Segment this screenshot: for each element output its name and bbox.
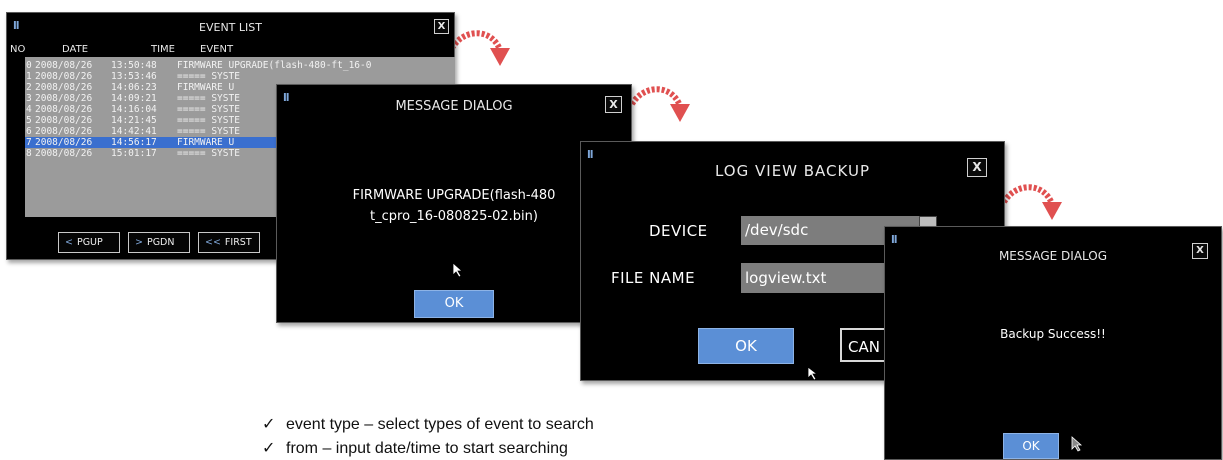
cell-no: 7	[26, 137, 32, 148]
pgdn-label: PGDN	[146, 237, 175, 248]
note-text: from – input date/time to start searchin…	[286, 440, 568, 457]
cell-time: 13:53:46	[111, 71, 157, 82]
cell-event: FIRMWARE UPGRADE(flash-480-ft_16-0	[177, 60, 372, 71]
checkmark-icon: ✓	[262, 440, 276, 457]
cell-event: ===== SYSTE	[177, 115, 240, 126]
dialog-title: LOG VIEW BACKUP	[714, 162, 870, 180]
column-header-no: NO	[10, 44, 26, 55]
firmware-message-dialog: ll MESSAGE DIALOG X FIRMWARE UPGRADE(fla…	[276, 84, 632, 323]
dialog-title: MESSAGE DIALOG	[395, 99, 513, 114]
cell-time: 13:50:48	[111, 60, 157, 71]
column-header-date: DATE	[62, 44, 89, 55]
cell-no: 0	[26, 60, 32, 71]
close-button[interactable]: X	[434, 19, 449, 34]
pgup-button[interactable]: < PGUP	[58, 232, 120, 253]
cell-no: 2	[26, 82, 32, 93]
cell-date: 2008/08/26	[35, 93, 93, 104]
cell-no: 5	[26, 115, 32, 126]
device-label: DEVICE	[649, 222, 708, 240]
cell-date: 2008/08/26	[35, 60, 93, 71]
mouse-cursor-icon	[1071, 436, 1083, 452]
pgup-label: PGUP	[76, 237, 103, 248]
first-button[interactable]: << FIRST	[198, 232, 260, 253]
message-line-2: t_cpro_16-080825-02.bin)	[370, 209, 538, 224]
first-label: FIRST	[224, 237, 252, 248]
double-chevron-left-icon: <<	[205, 237, 221, 248]
flow-arrow-icon	[629, 86, 690, 122]
cell-date: 2008/08/26	[35, 71, 93, 82]
note-item: ✓ event type – select types of event to s…	[262, 414, 594, 434]
mouse-cursor-icon	[452, 262, 464, 278]
cell-event: FIRMWARE U	[177, 137, 235, 148]
chevron-left-icon: <	[65, 237, 73, 248]
column-header-event: EVENT	[200, 44, 234, 55]
dialog-message: Backup Success!!	[1000, 327, 1106, 341]
cell-event: ===== SYSTE	[177, 126, 240, 137]
cell-time: 14:16:04	[111, 104, 157, 115]
cell-date: 2008/08/26	[35, 148, 93, 159]
cell-time: 14:09:21	[111, 93, 157, 104]
cell-event: ===== SYSTE	[177, 148, 240, 159]
table-row[interactable]: 1 2008/08/26 13:53:46 ===== SYSTE	[25, 71, 455, 82]
flow-arrow-icon	[449, 30, 510, 66]
dialog-title: MESSAGE DIALOG	[998, 249, 1108, 263]
close-button[interactable]: X	[1192, 243, 1208, 259]
column-header-time: TIME	[151, 44, 176, 55]
file-name-label: FILE NAME	[611, 269, 696, 287]
cell-date: 2008/08/26	[35, 115, 93, 126]
ok-button[interactable]: OK	[698, 328, 794, 364]
cell-event: FIRMWARE U	[177, 82, 235, 93]
cell-no: 3	[26, 93, 32, 104]
cell-event: ===== SYSTE	[177, 104, 240, 115]
cell-date: 2008/08/26	[35, 82, 93, 93]
backup-success-dialog: ll MESSAGE DIALOG X Backup Success!! OK	[884, 226, 1222, 460]
cell-event: ===== SYSTE	[177, 93, 240, 104]
pgdn-button[interactable]: > PGDN	[128, 232, 190, 253]
cell-no: 6	[26, 126, 32, 137]
close-button[interactable]: X	[605, 96, 622, 113]
ok-button[interactable]: OK	[1003, 433, 1059, 459]
cell-date: 2008/08/26	[35, 126, 93, 137]
cell-no: 4	[26, 104, 32, 115]
message-line-1: FIRMWARE UPGRADE(flash-480	[352, 188, 556, 203]
checkmark-icon: ✓	[262, 416, 276, 433]
chevron-right-icon: >	[135, 237, 143, 248]
window-title: EVENT LIST	[199, 21, 262, 34]
table-row[interactable]: 0 2008/08/26 13:50:48 FIRMWARE UPGRADE(flas…	[25, 60, 455, 71]
flow-arrow-icon	[1001, 184, 1062, 220]
close-button[interactable]: X	[967, 158, 987, 177]
cell-time: 14:56:17	[111, 137, 157, 148]
cell-no: 1	[26, 71, 32, 82]
ok-button[interactable]: OK	[414, 290, 494, 318]
cell-event: ===== SYSTE	[177, 71, 240, 82]
cell-time: 15:01:17	[111, 148, 157, 159]
cell-date: 2008/08/26	[35, 104, 93, 115]
cell-time: 14:21:45	[111, 115, 157, 126]
mouse-cursor-icon	[807, 366, 819, 380]
cell-time: 14:06:23	[111, 82, 157, 93]
dialog-message: FIRMWARE UPGRADE(flash-480 t_cpro_16-080…	[277, 185, 631, 227]
cell-no: 8	[26, 148, 32, 159]
note-item: ✓ from – input date/time to start searchi…	[262, 438, 568, 458]
cell-date: 2008/08/26	[35, 137, 93, 148]
cell-time: 14:42:41	[111, 126, 157, 137]
note-text: event type – select types of event to se…	[286, 416, 594, 433]
